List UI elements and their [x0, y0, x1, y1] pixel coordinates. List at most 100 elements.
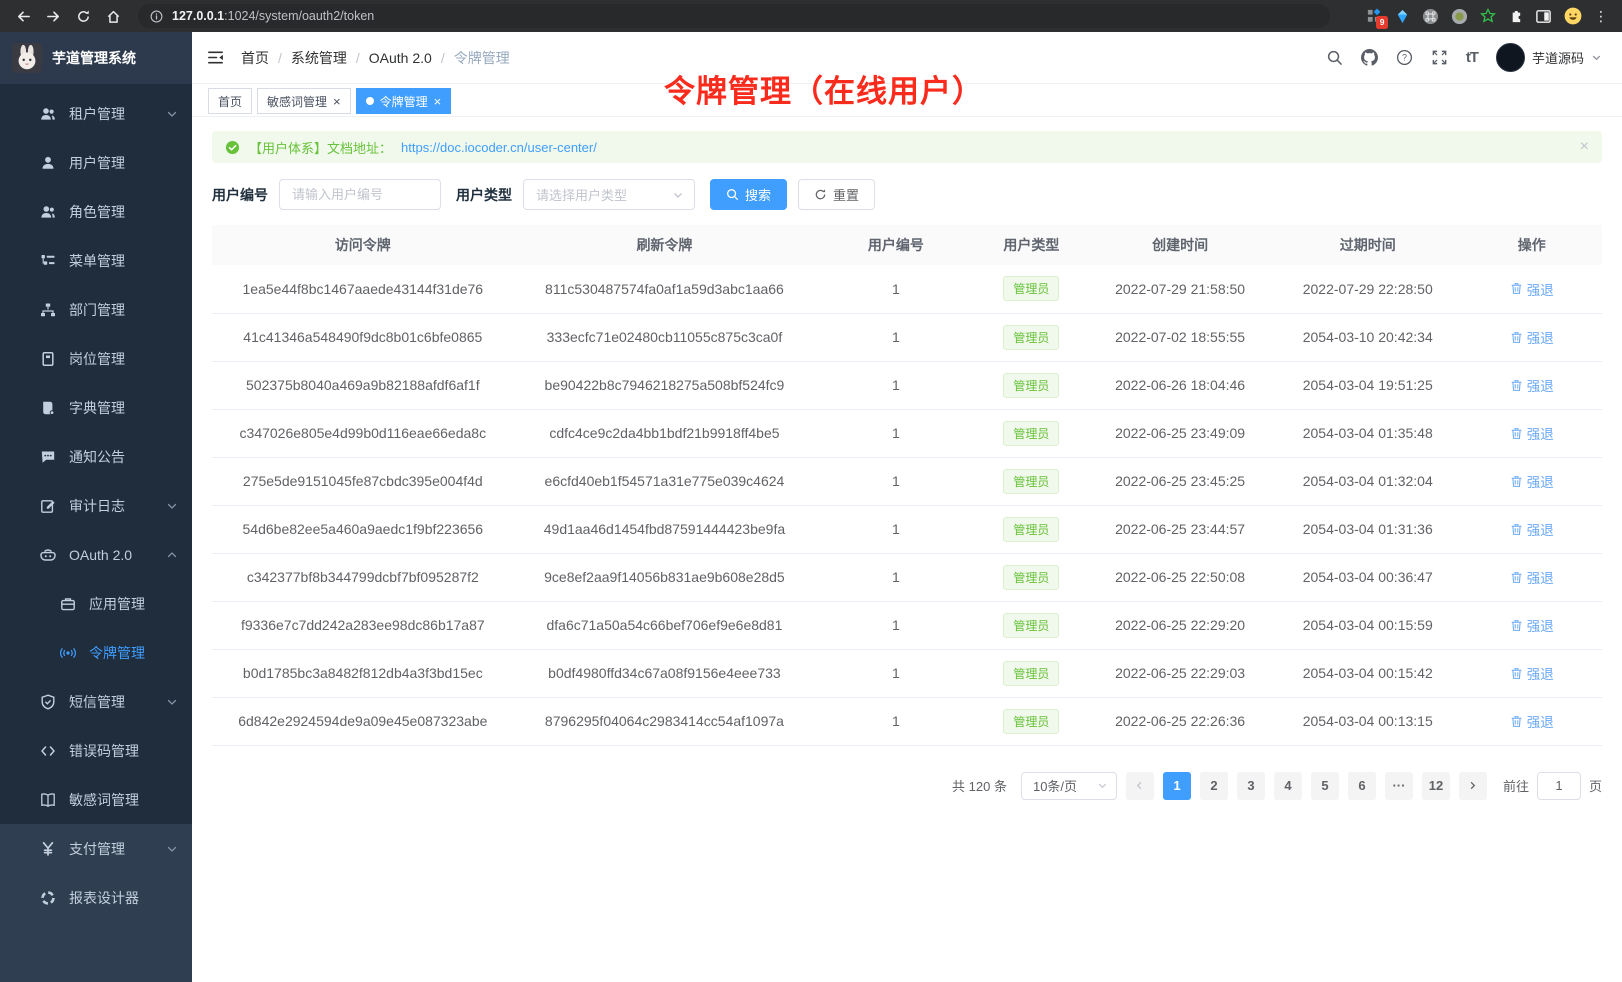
trash-icon: [1510, 571, 1523, 584]
user-id-cell: 1: [815, 457, 976, 505]
help-icon[interactable]: ?: [1396, 49, 1413, 66]
sidebar-item-pay[interactable]: 支付管理: [0, 824, 192, 873]
error-code-icon: [40, 743, 56, 759]
user-avatar: [1496, 43, 1525, 72]
close-icon[interactable]: ×: [1580, 139, 1589, 155]
sidebar-item-dept[interactable]: 部门管理: [0, 285, 192, 334]
audit-log-icon: [40, 498, 56, 514]
tab-home[interactable]: 首页: [208, 88, 252, 114]
search-button[interactable]: 搜索: [710, 179, 787, 210]
side-panel-icon[interactable]: [1535, 8, 1552, 25]
browser-menu-icon[interactable]: ⋮: [1594, 9, 1608, 23]
user-id-cell: 1: [815, 361, 976, 409]
extension-grid-icon[interactable]: 9: [1366, 8, 1383, 25]
page-button[interactable]: 5: [1311, 772, 1339, 800]
chevron-up-icon: [166, 549, 178, 561]
sidebar-item-audit-log[interactable]: 审计日志: [0, 481, 192, 530]
page-button[interactable]: 12: [1422, 772, 1450, 800]
column-header: 操作: [1462, 225, 1602, 265]
page-size-select[interactable]: 10条/页: [1021, 772, 1117, 800]
extension-puzzle-icon[interactable]: [1508, 9, 1523, 24]
sidebar-item-dict[interactable]: 字典管理: [0, 383, 192, 432]
close-icon[interactable]: ×: [434, 95, 442, 108]
trash-icon: [1510, 715, 1523, 728]
user-id-input[interactable]: [279, 179, 441, 210]
breadcrumb-item[interactable]: 系统管理: [291, 48, 347, 68]
user-type-select[interactable]: 请选择用户类型: [523, 179, 695, 210]
reload-icon[interactable]: [70, 4, 96, 28]
sidebar-item-tenant[interactable]: 租户管理: [0, 89, 192, 138]
sidebar-item-role[interactable]: 角色管理: [0, 187, 192, 236]
breadcrumb-item[interactable]: OAuth 2.0: [369, 50, 432, 66]
page-button[interactable]: 2: [1200, 772, 1228, 800]
prev-page-button[interactable]: [1126, 772, 1154, 800]
info-icon[interactable]: [150, 10, 163, 23]
force-logout-button[interactable]: 强退: [1510, 615, 1554, 635]
force-logout-button[interactable]: 强退: [1510, 423, 1554, 443]
page-ellipsis-button[interactable]: ···: [1385, 772, 1413, 800]
sidebar: 芋道管理系统 租户管理用户管理角色管理菜单管理部门管理岗位管理字典管理通知公告审…: [0, 32, 192, 982]
sidebar-item-menu[interactable]: 菜单管理: [0, 236, 192, 285]
collapse-sidebar-icon[interactable]: [206, 48, 225, 67]
extension-green-star-icon[interactable]: [1480, 8, 1496, 24]
force-logout-button[interactable]: 强退: [1510, 327, 1554, 347]
extension-kite-icon[interactable]: [1395, 9, 1410, 24]
force-logout-button[interactable]: 强退: [1510, 663, 1554, 683]
table-row: 6d842e2924594de9a09e45e087323abe8796295f…: [212, 697, 1602, 745]
access-token-cell: b0d1785bc3a8482f812db4a3f3bd15ec: [212, 649, 514, 697]
url-text: 127.0.0.1:1024/system/oauth2/token: [172, 9, 374, 23]
sidebar-item-post[interactable]: 岗位管理: [0, 334, 192, 383]
page-button[interactable]: 6: [1348, 772, 1376, 800]
access-token-cell: c347026e805e4d99b0d116eae66eda8c: [212, 409, 514, 457]
extension-circle-icon[interactable]: [1451, 8, 1468, 25]
page-button[interactable]: 4: [1274, 772, 1302, 800]
close-icon[interactable]: ×: [333, 95, 341, 108]
force-logout-button[interactable]: 强退: [1510, 567, 1554, 587]
url-bar[interactable]: 127.0.0.1:1024/system/oauth2/token: [138, 4, 1330, 28]
tab-sensitive-word[interactable]: 敏感词管理×: [257, 88, 351, 114]
force-logout-button[interactable]: 强退: [1510, 471, 1554, 491]
fullscreen-icon[interactable]: [1431, 49, 1448, 66]
home-icon[interactable]: [100, 4, 126, 28]
sidebar-item-sms[interactable]: 短信管理: [0, 677, 192, 726]
table-row: 275e5de9151045fe87cbdc395e004f4de6cfd40e…: [212, 457, 1602, 505]
extension-command-icon[interactable]: [1422, 8, 1439, 25]
search-icon[interactable]: [1326, 49, 1343, 66]
user-type-badge: 管理员: [1003, 421, 1059, 446]
user-menu[interactable]: 芋道源码: [1496, 43, 1602, 72]
doc-link[interactable]: https://doc.iocoder.cn/user-center/: [401, 140, 597, 155]
page-button[interactable]: 1: [1163, 772, 1191, 800]
force-logout-button[interactable]: 强退: [1510, 375, 1554, 395]
annotation-title: 令牌管理（在线用户）: [664, 66, 984, 111]
back-icon[interactable]: [10, 4, 36, 28]
sidebar-item-sensitive-word[interactable]: 敏感词管理: [0, 775, 192, 824]
sidebar-item-notice[interactable]: 通知公告: [0, 432, 192, 481]
force-logout-button[interactable]: 强退: [1510, 279, 1554, 299]
sidebar-item-oauth2-app[interactable]: 应用管理: [0, 579, 192, 628]
column-header: 访问令牌: [212, 225, 514, 265]
create-time-cell: 2022-06-25 22:50:08: [1086, 553, 1274, 601]
expire-time-cell: 2054-03-04 19:51:25: [1274, 361, 1462, 409]
breadcrumb-separator: /: [356, 50, 360, 66]
breadcrumb-item[interactable]: 首页: [241, 48, 269, 68]
refresh-token-cell: e6cfd40eb1f54571a31e775e039c4624: [514, 457, 816, 505]
reset-button[interactable]: 重置: [798, 179, 875, 210]
force-logout-button[interactable]: 强退: [1510, 519, 1554, 539]
force-logout-button[interactable]: 强退: [1510, 711, 1554, 731]
sidebar-item-oauth2-token[interactable]: 令牌管理: [0, 628, 192, 677]
profile-avatar-icon[interactable]: [1564, 7, 1582, 25]
font-size-icon[interactable]: tT: [1466, 49, 1478, 66]
sidebar-item-user[interactable]: 用户管理: [0, 138, 192, 187]
sidebar-item-error-code[interactable]: 错误码管理: [0, 726, 192, 775]
forward-icon[interactable]: [40, 4, 66, 28]
goto-page-input[interactable]: [1537, 772, 1581, 800]
tab-token[interactable]: 令牌管理×: [356, 88, 452, 114]
app-logo[interactable]: 芋道管理系统: [0, 32, 192, 84]
sidebar-item-report-designer[interactable]: 报表设计器: [0, 873, 192, 922]
sidebar-item-oauth2[interactable]: OAuth 2.0: [0, 530, 192, 579]
next-page-button[interactable]: [1459, 772, 1487, 800]
page-button[interactable]: 3: [1237, 772, 1265, 800]
user-id-cell: 1: [815, 265, 976, 313]
user-id-cell: 1: [815, 313, 976, 361]
github-icon[interactable]: [1361, 49, 1378, 66]
